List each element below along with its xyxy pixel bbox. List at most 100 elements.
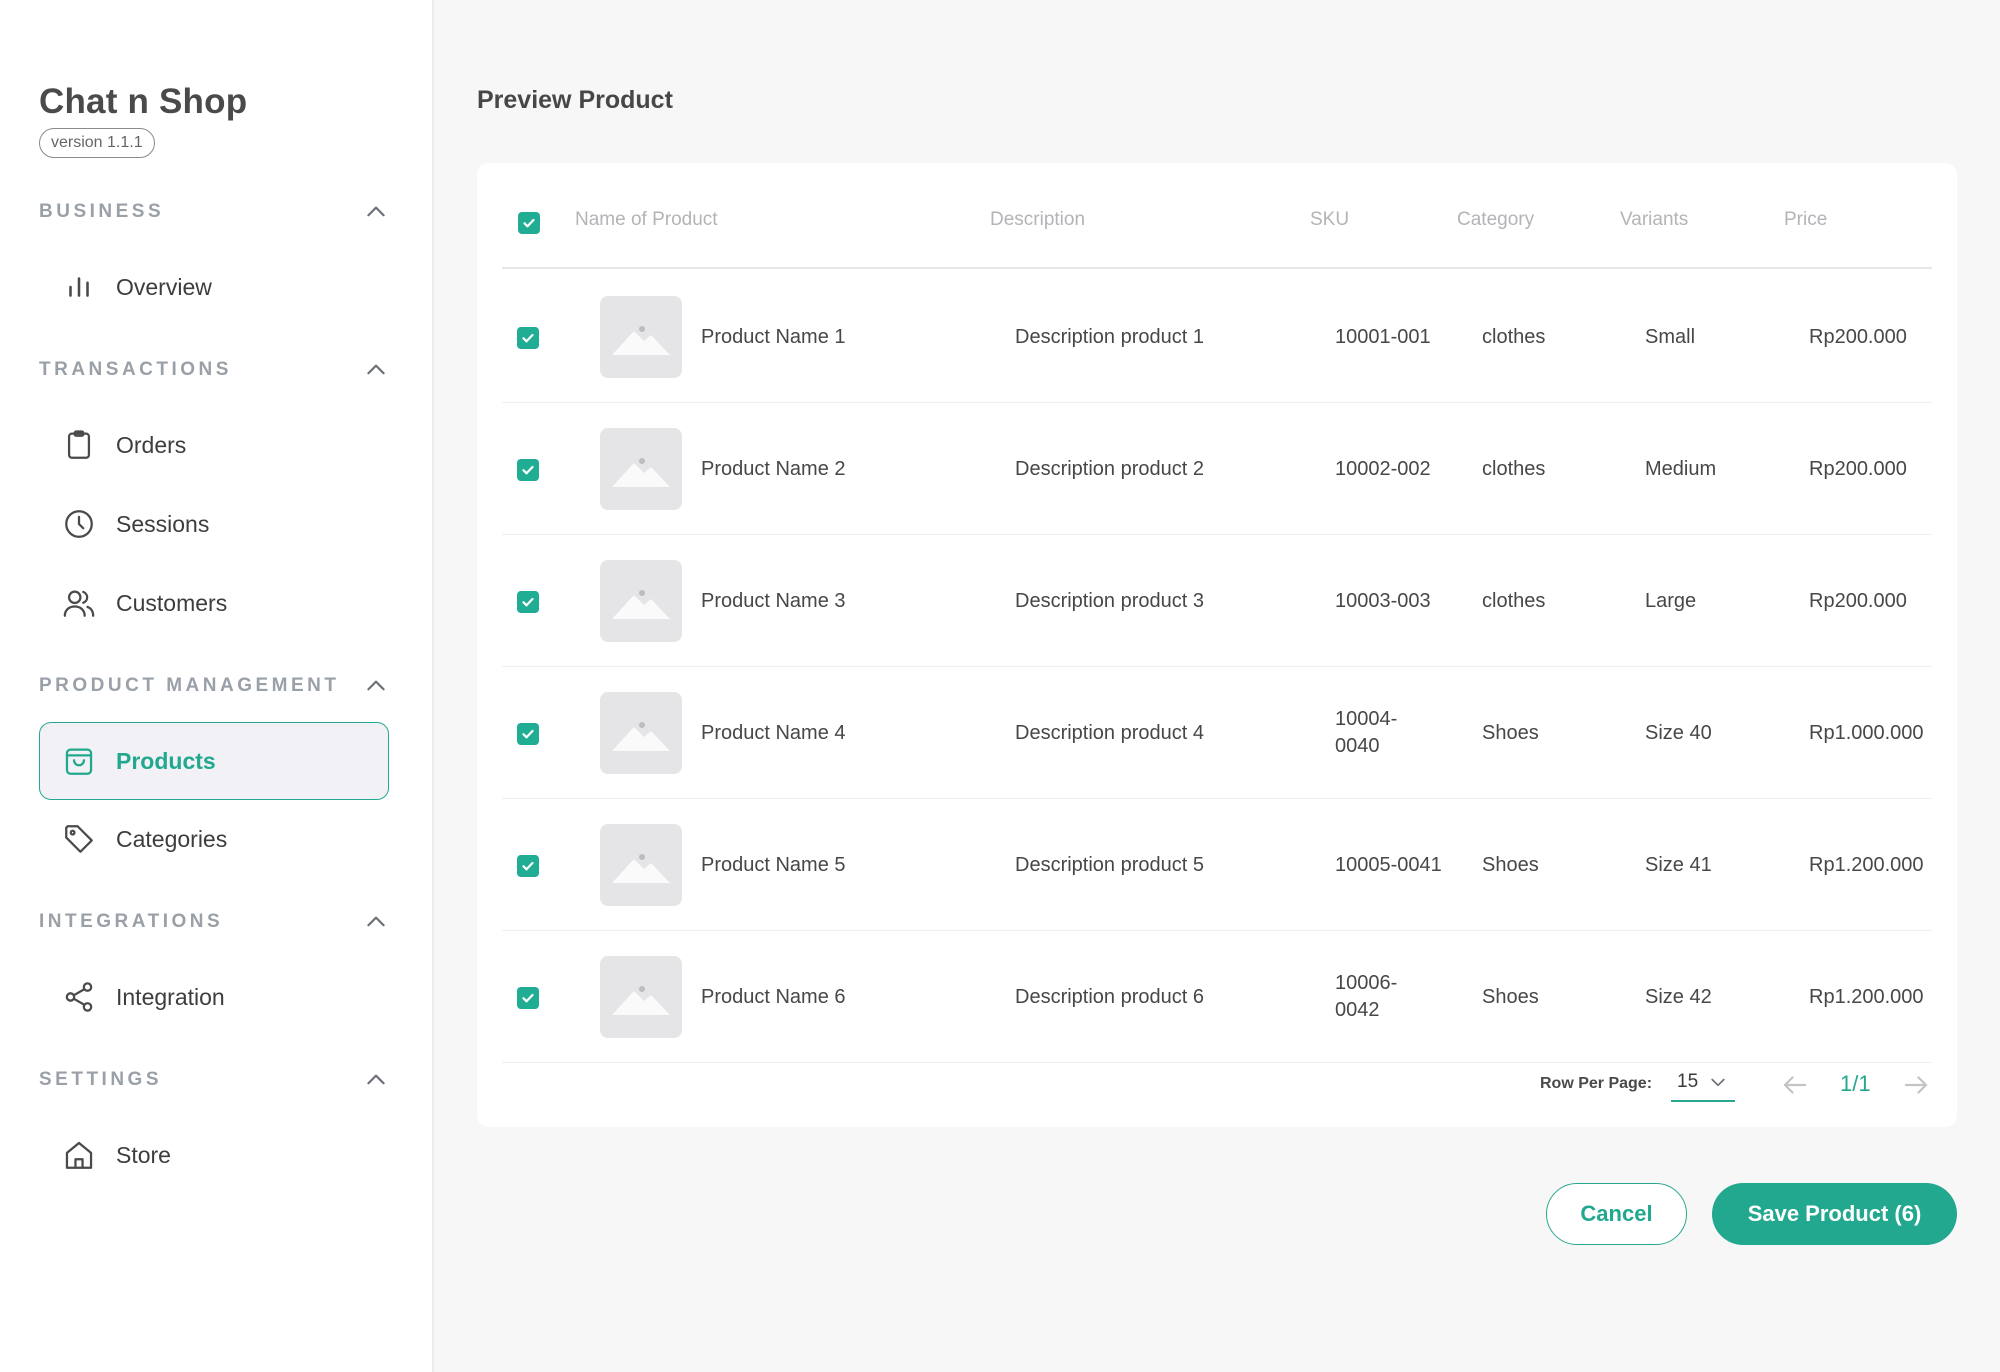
- product-sku: 10003-003: [1335, 589, 1431, 612]
- clock-icon: [65, 510, 93, 538]
- check-icon: [522, 861, 534, 871]
- chevron-up-icon[interactable]: [363, 673, 389, 699]
- section-business[interactable]: BUSINESS: [39, 197, 389, 227]
- product-price: Rp200.000: [1809, 589, 1907, 612]
- sidebar-item-store[interactable]: Store: [39, 1116, 389, 1194]
- table-row[interactable]: Product Name 6 Description product 6 100…: [502, 931, 1932, 1063]
- next-page-arrow-icon[interactable]: [1901, 1070, 1931, 1100]
- chevron-up-icon[interactable]: [363, 357, 389, 383]
- product-price: Rp200.000: [1809, 325, 1907, 348]
- table-row[interactable]: Product Name 1 Description product 1 100…: [502, 271, 1932, 403]
- table-row[interactable]: Product Name 4 Description product 4 100…: [502, 667, 1932, 799]
- clipboard-icon: [67, 430, 91, 459]
- product-thumbnail: [600, 692, 682, 774]
- sidebar-item-label: Overview: [116, 273, 212, 300]
- product-variant: Size 42: [1645, 985, 1712, 1008]
- product-variant: Small: [1645, 325, 1696, 348]
- rows-per-page-select[interactable]: 15: [1671, 1064, 1735, 1102]
- row-checkbox[interactable]: [517, 855, 539, 877]
- page-indicator: 1/1: [1840, 1071, 1871, 1096]
- product-price: Rp1.200.000: [1809, 985, 1924, 1008]
- prev-page-arrow-icon[interactable]: [1780, 1070, 1810, 1100]
- row-checkbox[interactable]: [517, 459, 539, 481]
- column-header-category[interactable]: Category: [1457, 209, 1534, 231]
- tag-icon: [65, 825, 93, 853]
- sidebar-item-label: Store: [116, 1141, 171, 1168]
- product-sku: 10004-0040: [1335, 708, 1398, 757]
- section-title: TRANSACTIONS: [39, 359, 232, 380]
- product-thumbnail: [600, 296, 682, 378]
- product-sku: 10005-0041: [1335, 853, 1442, 876]
- product-name: Product Name 5: [701, 853, 846, 876]
- image-placeholder-icon: [612, 854, 670, 883]
- table-row[interactable]: Product Name 5 Description product 5 100…: [502, 799, 1932, 931]
- bar-chart-icon: [69, 277, 89, 297]
- row-checkbox[interactable]: [517, 327, 539, 349]
- image-placeholder-icon: [612, 458, 670, 487]
- table-row[interactable]: Product Name 2 Description product 2 100…: [502, 403, 1932, 535]
- product-name: Product Name 4: [701, 721, 846, 744]
- save-product-button[interactable]: Save Product (6): [1712, 1183, 1957, 1245]
- section-title: SETTINGS: [39, 1069, 163, 1090]
- sidebar-item-label: Products: [116, 747, 216, 774]
- home-icon: [65, 1141, 93, 1169]
- sidebar: Chat n Shop version 1.1.1 BUSINESS Overv…: [0, 0, 434, 1372]
- check-icon: [523, 218, 535, 228]
- product-description: Description product 4: [1015, 721, 1204, 744]
- shopping-bag-icon: [65, 748, 93, 775]
- select-all-checkbox[interactable]: [518, 212, 540, 234]
- column-header-description[interactable]: Description: [990, 209, 1085, 231]
- product-variant: Size 41: [1645, 853, 1712, 876]
- column-header-price[interactable]: Price: [1784, 209, 1827, 231]
- check-icon: [522, 333, 534, 343]
- section-product-management[interactable]: PRODUCT MANAGEMENT: [39, 671, 389, 701]
- version-badge: version 1.1.1: [39, 128, 155, 158]
- sidebar-item-categories[interactable]: Categories: [39, 800, 389, 878]
- product-name: Product Name 3: [701, 589, 846, 612]
- column-header-sku[interactable]: SKU: [1310, 209, 1349, 231]
- sidebar-item-label: Customers: [116, 589, 228, 616]
- row-checkbox[interactable]: [517, 987, 539, 1009]
- product-description: Description product 1: [1015, 325, 1204, 348]
- check-icon: [522, 729, 534, 739]
- chevron-up-icon[interactable]: [363, 199, 389, 225]
- row-checkbox[interactable]: [517, 591, 539, 613]
- column-header-variants[interactable]: Variants: [1620, 209, 1688, 231]
- app-title: Chat n Shop: [39, 82, 248, 121]
- section-title: BUSINESS: [39, 201, 165, 222]
- sidebar-item-integration[interactable]: Integration: [39, 958, 389, 1036]
- product-price: Rp1.000.000: [1809, 721, 1924, 744]
- product-variant: Medium: [1645, 457, 1717, 480]
- table-row[interactable]: Product Name 3 Description product 3 100…: [502, 535, 1932, 667]
- image-placeholder-icon: [612, 326, 670, 355]
- section-settings[interactable]: SETTINGS: [39, 1065, 389, 1095]
- product-sku: 10001-001: [1335, 325, 1431, 348]
- product-category: Shoes: [1482, 985, 1539, 1008]
- sidebar-item-orders[interactable]: Orders: [39, 406, 389, 484]
- users-icon: [63, 590, 95, 617]
- product-thumbnail: [600, 560, 682, 642]
- product-category: Shoes: [1482, 853, 1539, 876]
- share-icon: [65, 982, 93, 1012]
- section-transactions[interactable]: TRANSACTIONS: [39, 355, 389, 385]
- product-preview-card: Name of Product Description SKU Category…: [477, 163, 1957, 1127]
- chevron-up-icon[interactable]: [363, 1067, 389, 1093]
- product-category: Shoes: [1482, 721, 1539, 744]
- section-title: INTEGRATIONS: [39, 911, 224, 932]
- section-integrations[interactable]: INTEGRATIONS: [39, 907, 389, 937]
- product-category: clothes: [1482, 325, 1546, 348]
- product-category: clothes: [1482, 457, 1546, 480]
- sidebar-item-products[interactable]: Products: [39, 722, 389, 800]
- chevron-up-icon[interactable]: [363, 909, 389, 935]
- product-description: Description product 5: [1015, 853, 1204, 876]
- column-header-name[interactable]: Name of Product: [575, 209, 718, 231]
- product-sku: 10002-002: [1335, 457, 1431, 480]
- product-name: Product Name 2: [701, 457, 846, 480]
- sidebar-item-sessions[interactable]: Sessions: [39, 485, 389, 563]
- section-title: PRODUCT MANAGEMENT: [39, 675, 340, 696]
- cancel-button[interactable]: Cancel: [1546, 1183, 1687, 1245]
- sidebar-item-overview[interactable]: Overview: [39, 248, 389, 326]
- row-checkbox[interactable]: [517, 723, 539, 745]
- product-variant: Size 40: [1645, 721, 1712, 744]
- sidebar-item-customers[interactable]: Customers: [39, 564, 389, 642]
